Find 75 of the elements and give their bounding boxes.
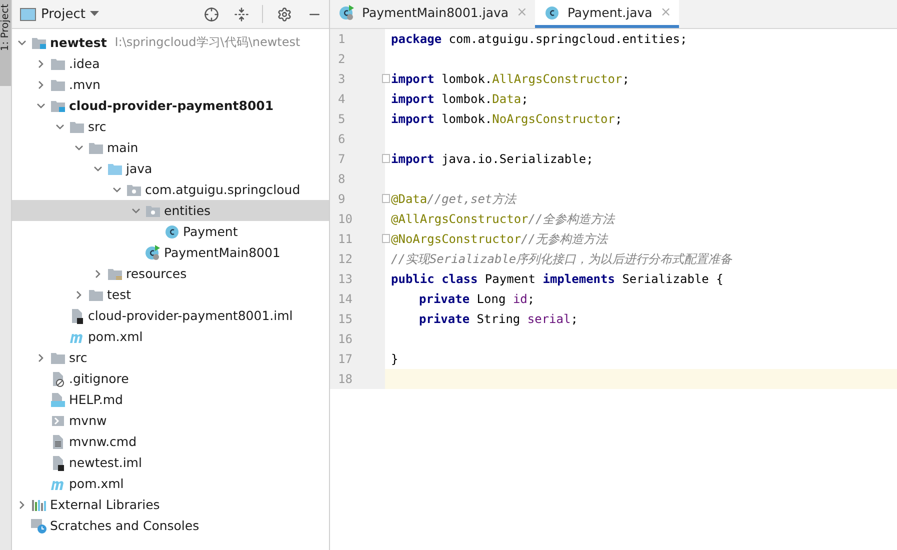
tree-item[interactable]: newtest.iml (12, 452, 329, 473)
scratches-icon (30, 518, 48, 534)
tree-item[interactable]: .idea (12, 53, 329, 74)
main-class-icon (338, 4, 356, 20)
line-number: 14 (338, 292, 352, 306)
project-tool-tab[interactable]: 1: Project (0, 0, 11, 86)
line-number: 5 (338, 112, 346, 126)
line-number: 13 (338, 272, 352, 286)
tree-item[interactable]: com.atguigu.springcloud (12, 179, 329, 200)
tree-item[interactable]: pom.xml (12, 326, 329, 347)
code-line: import lombok.NoArgsConstructor; (391, 112, 622, 126)
line-number: 16 (338, 332, 352, 346)
fold-marker-icon[interactable] (382, 234, 390, 243)
main-class-icon (144, 244, 162, 260)
tree-item[interactable]: cloud-provider-payment8001 (12, 95, 329, 116)
tree-item[interactable]: Scratches and Consoles (12, 515, 329, 536)
tree-item[interactable]: External Libraries (12, 494, 329, 515)
tree-item[interactable]: mvnw (12, 410, 329, 431)
fold-marker-icon[interactable] (382, 74, 390, 83)
tree-item[interactable]: resources (12, 263, 329, 284)
collapse-all-icon[interactable] (232, 5, 250, 23)
editor-tab[interactable]: Payment.java × (535, 0, 680, 28)
line-number: 10 (338, 212, 352, 226)
line-number: 12 (338, 252, 352, 266)
window-icon (20, 8, 36, 20)
path-hint: I:\springcloud学习\代码\newtest (114, 34, 300, 51)
line-number: 2 (338, 52, 346, 66)
tree-item[interactable]: cloud-provider-payment8001.iml (12, 305, 329, 326)
code-line: private String serial; (418, 312, 578, 326)
tree-item[interactable]: .gitignore (12, 368, 329, 389)
tree-item[interactable]: test (12, 284, 329, 305)
fold-marker-icon[interactable] (382, 154, 390, 163)
line-number: 11 (338, 232, 352, 246)
settings-icon[interactable] (275, 5, 293, 23)
tree-item[interactable]: mvnw.cmd (12, 431, 329, 452)
code-line: @NoArgsConstructor//无参构造方法 (391, 230, 608, 248)
tree-item[interactable]: main (12, 137, 329, 158)
line-number: 8 (338, 172, 346, 186)
line-number: 18 (338, 372, 352, 386)
code-line: @AllArgsConstructor//全参构造方法 (391, 210, 615, 228)
tree-item[interactable]: src (12, 116, 329, 137)
line-number: 17 (338, 352, 352, 366)
line-number: 3 (338, 72, 346, 86)
tree-item[interactable]: src (12, 347, 329, 368)
tree-item[interactable]: HELP.md (12, 389, 329, 410)
tree-item[interactable]: java (12, 158, 329, 179)
locate-icon[interactable] (202, 5, 220, 23)
editor-tab[interactable]: PaymentMain8001.java × (330, 0, 536, 28)
line-number: 15 (338, 312, 352, 326)
tree-item[interactable]: newtest I:\springcloud学习\代码\newtest (12, 32, 329, 53)
code-line: import lombok.AllArgsConstructor; (391, 72, 630, 86)
class-icon (163, 224, 181, 240)
line-number: 4 (338, 92, 346, 106)
tree-item[interactable]: Payment (12, 221, 329, 242)
line-number: 7 (338, 152, 346, 166)
tree-item[interactable]: .mvn (12, 74, 329, 95)
code-line: @Data//get,set方法 (391, 190, 516, 208)
project-view-dropdown[interactable]: Project (20, 6, 100, 22)
tree-item[interactable]: PaymentMain8001 (12, 242, 329, 263)
code-line: public class Payment implements Serializable { (391, 272, 724, 286)
fold-marker-icon[interactable] (382, 194, 390, 203)
code-line: package com.atguigu.springcloud.entities; (391, 32, 688, 46)
code-line: } (391, 352, 398, 366)
tree-item[interactable]: entities (12, 200, 329, 221)
line-number: 9 (338, 192, 346, 206)
tree-item[interactable]: pom.xml (12, 473, 329, 494)
code-line: //实现Serializable序列化接口，为以后进行分布式配置准备 (391, 250, 732, 268)
caret-icon (90, 11, 100, 17)
code-line: private Long id; (418, 292, 535, 306)
class-icon (543, 4, 562, 20)
markdown-icon (49, 392, 67, 408)
code-line: import java.io.Serializable; (391, 152, 594, 166)
line-number: 6 (338, 132, 346, 146)
line-number: 1 (338, 32, 346, 46)
code-line: import lombok.Data; (391, 92, 528, 106)
